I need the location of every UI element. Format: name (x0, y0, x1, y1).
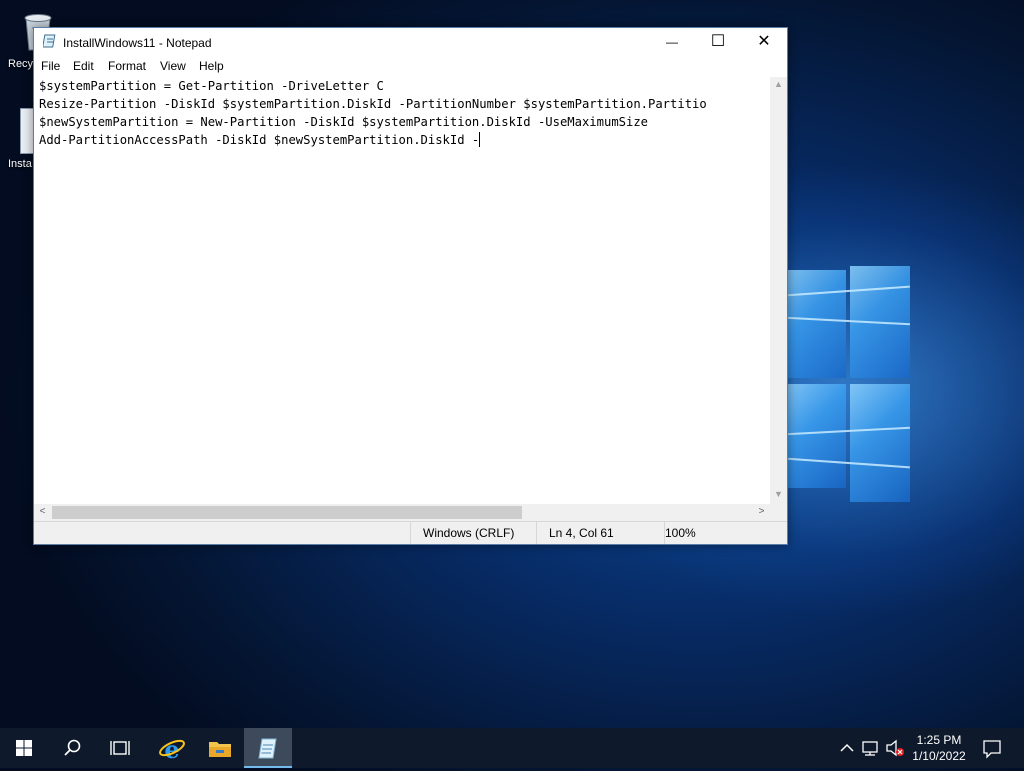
minimize-button[interactable]: — (649, 28, 695, 56)
menu-format[interactable]: Format (108, 59, 146, 73)
maximize-icon: ☐ (710, 33, 726, 50)
system-clock[interactable]: 1:25 PM 1/10/2022 (908, 732, 970, 764)
menu-edit[interactable]: Edit (73, 59, 94, 73)
windows-start-icon (16, 740, 32, 756)
zoom-status: 100% (664, 522, 771, 544)
cursor-position-status: Ln 4, Col 61 (536, 522, 663, 544)
close-button[interactable]: ✕ (741, 28, 787, 56)
clock-date: 1/10/2022 (912, 749, 966, 763)
editor-line: $newSystemPartition = New-Partition -Dis… (39, 115, 649, 129)
editor-line: $systemPartition = Get-Partition -DriveL… (39, 79, 384, 93)
network-tray-button[interactable] (860, 728, 882, 768)
search-icon (64, 739, 81, 756)
text-caret (479, 132, 481, 147)
scroll-down-icon[interactable]: ▼ (770, 489, 787, 499)
file-explorer-button[interactable] (196, 728, 244, 768)
internet-explorer-icon: e (159, 735, 185, 764)
install-script-label: Insta (8, 158, 32, 170)
horizontal-scroll-thumb[interactable] (52, 506, 522, 519)
start-button[interactable] (0, 728, 48, 768)
task-view-icon (110, 741, 130, 755)
menu-help[interactable]: Help (199, 59, 224, 73)
text-editor[interactable]: $systemPartition = Get-Partition -DriveL… (34, 77, 770, 504)
line-endings-status: Windows (CRLF) (410, 522, 535, 544)
minimize-icon: — (666, 35, 678, 49)
notepad-window: InstallWindows11 - Notepad — ☐ ✕ File Ed… (33, 27, 788, 545)
menu-file[interactable]: File (41, 59, 60, 73)
menu-bar: File Edit Format View Help (34, 56, 787, 76)
status-bar: Windows (CRLF) Ln 4, Col 61 100% (34, 521, 787, 544)
editor-line-current: Add-PartitionAccessPath -DiskId $newSyst… (39, 131, 481, 149)
scroll-right-icon[interactable]: > (753, 506, 770, 517)
taskbar: e 1:25 PM 1/10/2022 (0, 728, 1024, 768)
scrollbar-corner (770, 504, 787, 521)
horizontal-scrollbar[interactable]: < > (34, 504, 770, 521)
search-button[interactable] (48, 728, 96, 768)
window-title: InstallWindows11 - Notepad (63, 36, 212, 50)
clock-time: 1:25 PM (916, 733, 962, 747)
task-view-button[interactable] (96, 728, 144, 768)
maximize-button[interactable]: ☐ (695, 28, 741, 56)
windows-wallpaper-logo (786, 230, 912, 506)
recycle-bin-label: Recy (8, 58, 34, 70)
action-center-button[interactable] (978, 728, 1006, 768)
editor-line-text: Add-PartitionAccessPath -DiskId $newSyst… (39, 133, 480, 147)
notepad-taskbar-button[interactable] (244, 728, 292, 768)
file-explorer-icon (209, 742, 231, 757)
network-icon (862, 741, 878, 756)
show-hidden-icons-button[interactable] (836, 728, 858, 768)
svg-text:e: e (164, 735, 179, 764)
vertical-scrollbar[interactable]: ▲ ▼ (770, 77, 787, 504)
volume-muted-icon (886, 739, 904, 757)
scroll-up-icon[interactable]: ▲ (770, 79, 787, 89)
notepad-app-icon (43, 34, 56, 48)
notepad-icon (258, 738, 277, 759)
title-bar[interactable]: InstallWindows11 - Notepad — ☐ ✕ (34, 28, 787, 56)
internet-explorer-button[interactable]: e (148, 728, 196, 768)
close-icon: ✕ (757, 33, 771, 50)
chevron-up-icon (840, 743, 854, 752)
scroll-left-icon[interactable]: < (34, 506, 51, 517)
menu-view[interactable]: View (160, 59, 186, 73)
zoom-value: 100% (665, 526, 696, 540)
editor-line: Resize-Partition -DiskId $systemPartitio… (39, 97, 707, 111)
notifications-icon (983, 740, 1001, 759)
volume-tray-button[interactable] (884, 728, 906, 768)
